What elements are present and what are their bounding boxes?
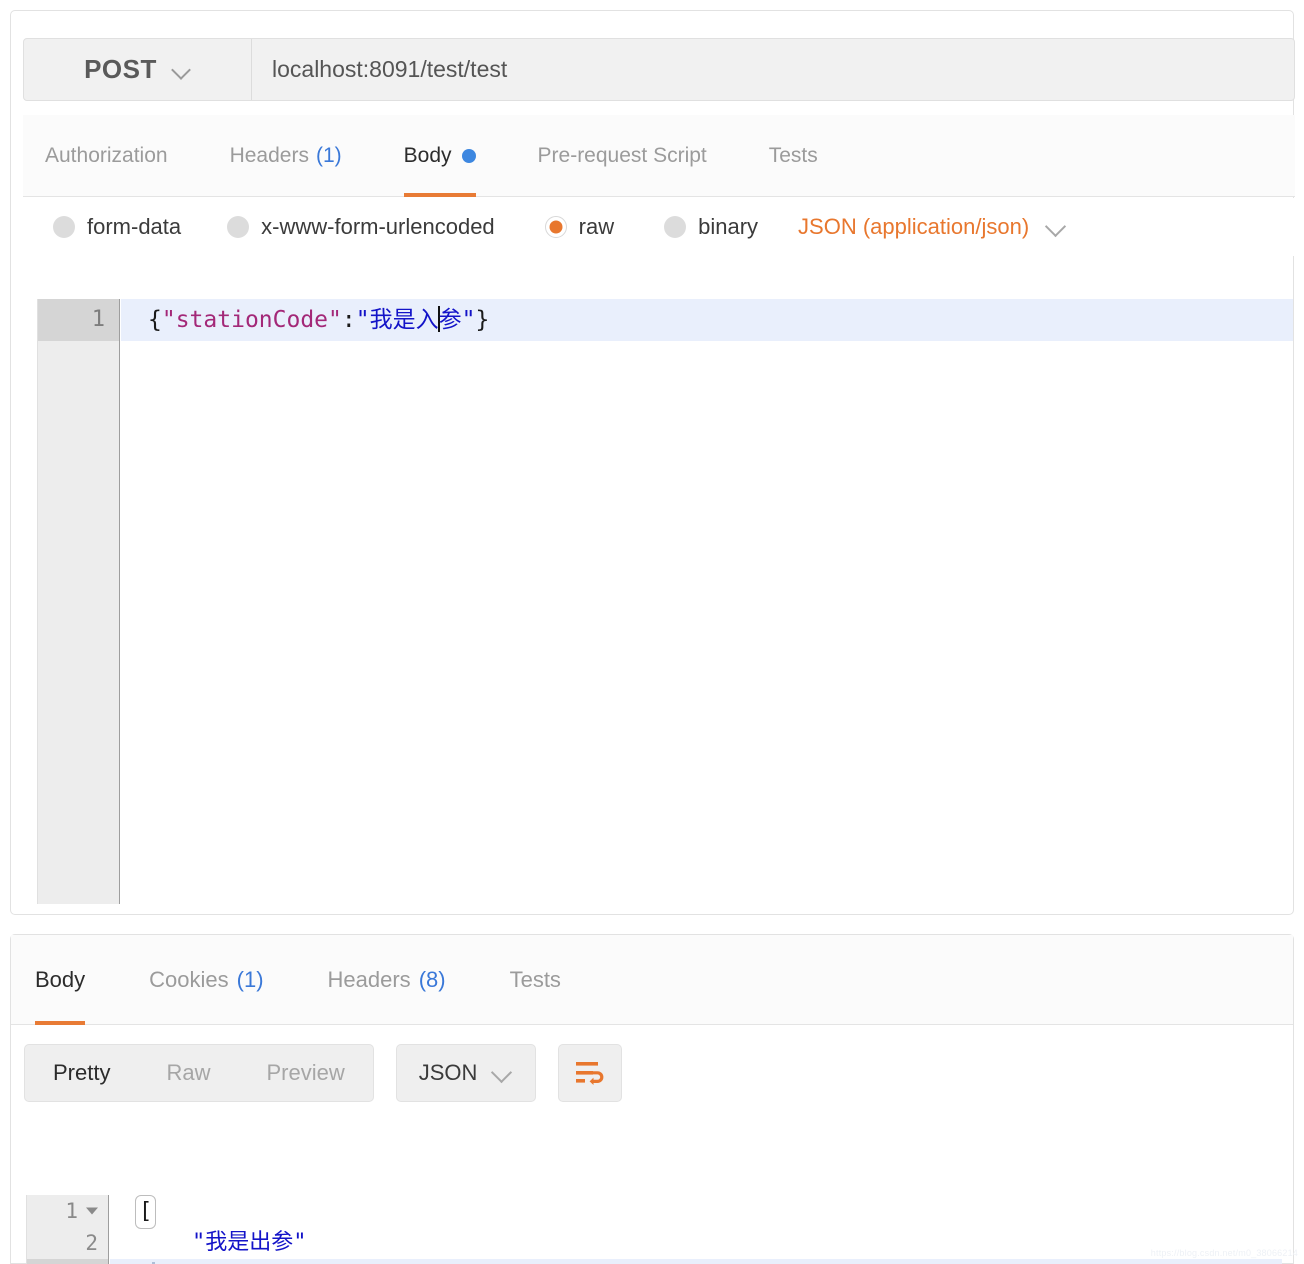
- chevron-down-icon: [173, 61, 191, 79]
- tab-pre-request-script-label: Pre-request Script: [537, 144, 707, 167]
- view-mode-raw-label: Raw: [166, 1060, 211, 1085]
- radio-x-www-form-urlencoded-icon: [227, 216, 250, 238]
- radio-raw-icon: [544, 216, 567, 238]
- response-gutter-line-1[interactable]: 1: [27, 1195, 108, 1227]
- response-tab-cookies-label: Cookies: [149, 967, 229, 992]
- tab-headers-count: (1): [315, 144, 342, 167]
- response-editor-gutter: 1 2 3: [27, 1195, 109, 1264]
- request-tabs: Authorization Headers (1) Body Pre-reque…: [23, 115, 1295, 197]
- editor-code-area[interactable]: {"stationCode":"我是入参"}: [121, 299, 1293, 904]
- chevron-down-icon: [493, 1063, 513, 1083]
- response-open-bracket: [: [135, 1195, 157, 1229]
- body-mode-row: form-data x-www-form-urlencoded raw bina…: [23, 198, 1295, 256]
- response-body-editor[interactable]: 1 2 3 [ "我是出参" ]: [26, 1195, 1282, 1264]
- response-code-area[interactable]: [ "我是出参" ]: [110, 1195, 1282, 1264]
- watermark-text: https://blog.csdn.net/m0_38066214: [1150, 1248, 1298, 1258]
- response-tab-headers[interactable]: Headers (8): [328, 935, 446, 1025]
- response-tab-cookies[interactable]: Cookies (1): [149, 935, 263, 1025]
- code-json-value-before-caret: "我是入: [355, 307, 439, 333]
- tab-headers-label: Headers: [229, 144, 309, 167]
- radio-binary[interactable]: binary: [664, 214, 758, 240]
- view-mode-preview-label: Preview: [266, 1060, 345, 1085]
- radio-raw[interactable]: raw: [544, 214, 615, 240]
- tab-authorization[interactable]: Authorization: [45, 115, 168, 197]
- code-close-brace: }: [475, 307, 490, 333]
- response-gutter-number-1: 1: [65, 1199, 78, 1223]
- radio-binary-label: binary: [698, 214, 759, 239]
- code-line-1[interactable]: {"stationCode":"我是入参"}: [121, 299, 1293, 341]
- request-panel: POST localhost:8091/test/test Authorizat…: [10, 10, 1295, 915]
- response-format-selector[interactable]: JSON: [395, 1044, 537, 1102]
- code-open-brace: {: [148, 307, 162, 333]
- response-gutter-number-2: 2: [85, 1231, 98, 1255]
- response-gutter-line-3: 3: [27, 1259, 108, 1264]
- view-mode-preview[interactable]: Preview: [238, 1044, 372, 1102]
- response-tab-tests-label: Tests: [509, 967, 561, 992]
- tab-tests-label: Tests: [768, 144, 818, 167]
- http-method-label: POST: [84, 54, 157, 84]
- radio-form-data-icon: [53, 216, 75, 238]
- url-bar: POST localhost:8091/test/test: [23, 38, 1295, 101]
- tab-pre-request-script[interactable]: Pre-request Script: [538, 115, 707, 197]
- request-body-editor[interactable]: 1 {"stationCode":"我是入参"}: [37, 299, 1293, 904]
- view-mode-pretty[interactable]: Pretty: [25, 1044, 138, 1102]
- url-value: localhost:8091/test/test: [272, 56, 508, 82]
- response-format-label: JSON: [418, 1060, 478, 1085]
- response-tabs: Body Cookies (1) Headers (8) Tests: [11, 935, 1293, 1025]
- chevron-down-icon: [1047, 217, 1067, 237]
- radio-binary-icon: [664, 216, 687, 238]
- response-code-line-1[interactable]: [: [110, 1195, 1282, 1229]
- response-tab-headers-count: (8): [418, 967, 446, 992]
- radio-form-data-label: form-data: [87, 214, 182, 239]
- response-tab-headers-label: Headers: [327, 967, 411, 992]
- postman-screen: POST localhost:8091/test/test Authorizat…: [0, 0, 1304, 1264]
- radio-x-www-form-urlencoded-label: x-www-form-urlencoded: [261, 214, 495, 239]
- code-json-value-after-caret: 参": [438, 307, 476, 333]
- response-tab-body[interactable]: Body: [35, 935, 86, 1025]
- unsaved-indicator-dot-icon: [461, 149, 476, 163]
- response-code-line-3[interactable]: ]: [110, 1259, 1282, 1264]
- tab-tests[interactable]: Tests: [769, 115, 818, 197]
- radio-raw-label: raw: [578, 214, 615, 239]
- content-type-label: JSON (application/json): [798, 214, 1030, 239]
- response-gutter-line-2: 2: [27, 1227, 108, 1259]
- editor-gutter: 1: [38, 299, 120, 904]
- response-code-line-2[interactable]: "我是出参": [110, 1227, 1282, 1259]
- radio-x-www-form-urlencoded[interactable]: x-www-form-urlencoded: [227, 214, 495, 240]
- url-input[interactable]: localhost:8091/test/test: [252, 39, 1294, 100]
- code-json-key: "stationCode": [161, 307, 342, 333]
- response-tab-cookies-count: (1): [236, 967, 264, 992]
- view-mode-raw[interactable]: Raw: [138, 1044, 238, 1102]
- tab-body-label: Body: [403, 144, 452, 167]
- response-tab-tests[interactable]: Tests: [510, 935, 561, 1025]
- word-wrap-icon: [576, 1062, 604, 1085]
- tab-authorization-label: Authorization: [45, 144, 168, 167]
- response-tab-body-label: Body: [35, 967, 86, 992]
- tab-body[interactable]: Body: [403, 115, 476, 197]
- http-method-selector[interactable]: POST: [24, 39, 252, 100]
- code-colon: :: [341, 307, 356, 333]
- gutter-line-number: 1: [38, 299, 119, 341]
- word-wrap-button[interactable]: [558, 1044, 623, 1102]
- response-string-value: "我是出参": [139, 1230, 307, 1255]
- tab-headers[interactable]: Headers (1): [230, 115, 342, 197]
- view-mode-pretty-label: Pretty: [53, 1060, 111, 1085]
- content-type-selector[interactable]: JSON (application/json): [798, 214, 1067, 240]
- code-fold-arrow-icon[interactable]: [86, 1207, 98, 1215]
- response-viewer-toolbar: Pretty Raw Preview JSON: [24, 1044, 623, 1102]
- view-mode-segmented-control: Pretty Raw Preview: [24, 1044, 374, 1102]
- radio-form-data[interactable]: form-data: [53, 214, 181, 240]
